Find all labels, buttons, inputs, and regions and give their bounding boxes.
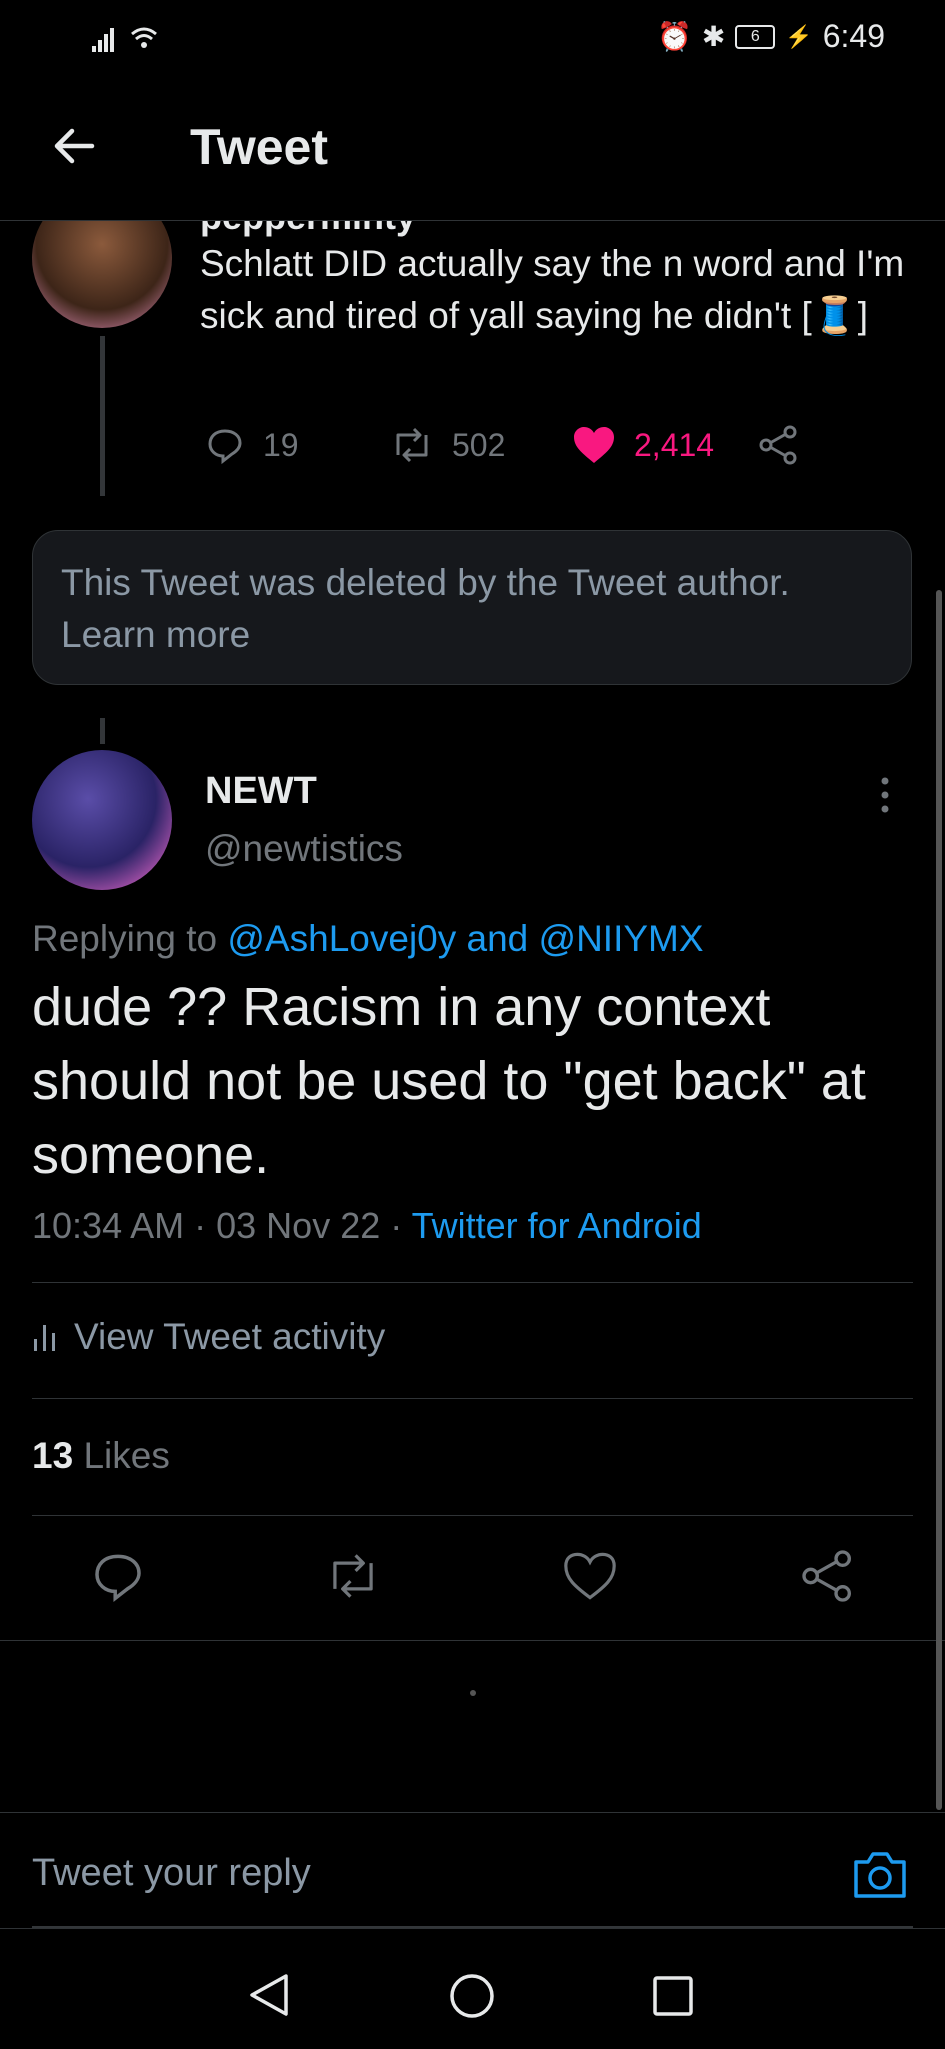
status-bar: ⏰ ✱ 6 ⚡ 6:49 xyxy=(0,0,945,76)
likes-count[interactable]: 13 Likes xyxy=(32,1435,170,1477)
view-tweet-activity[interactable]: View Tweet activity xyxy=(32,1316,385,1358)
likes-number: 13 xyxy=(32,1435,74,1476)
more-options-icon[interactable] xyxy=(878,775,892,815)
status-time: 6:49 xyxy=(822,18,885,54)
parent-tweet-text: Schlatt DID actually say the n word and … xyxy=(200,243,905,336)
thread-line xyxy=(100,718,105,744)
tweet-date: 03 Nov 22 xyxy=(216,1205,381,1246)
divider xyxy=(0,1640,945,1641)
scrollbar[interactable] xyxy=(936,590,942,1810)
author-handle[interactable]: @newtistics xyxy=(205,828,403,870)
parent-author-name[interactable]: pepperminty xyxy=(200,221,416,238)
reply-icon xyxy=(95,1554,141,1602)
avatar[interactable] xyxy=(32,221,172,328)
like-count: 2,414 xyxy=(634,426,715,463)
share-icon xyxy=(802,1550,851,1602)
parent-tweet[interactable]: pepperminty Schlatt DID actually say the… xyxy=(0,221,945,530)
avatar[interactable] xyxy=(32,750,172,890)
tweet-meta: 10:34 AM · 03 Nov 22 · Twitter for Andro… xyxy=(32,1205,702,1246)
page-title: Tweet xyxy=(190,119,328,175)
bluetooth-icon: ✱ xyxy=(701,21,726,52)
camera-icon[interactable] xyxy=(852,1848,908,1900)
retweet-button[interactable] xyxy=(322,1548,384,1612)
divider xyxy=(32,1282,913,1283)
replying-to: Replying to @AshLovej0y and @NIIYMX xyxy=(32,918,704,960)
share-button[interactable] xyxy=(800,1548,856,1612)
divider xyxy=(32,1515,913,1516)
activity-label: View Tweet activity xyxy=(74,1316,386,1357)
deleted-notice-text: This Tweet was deleted by the Tweet auth… xyxy=(61,562,790,603)
retweet-icon xyxy=(333,1554,373,1598)
reply-button[interactable] xyxy=(90,1548,146,1612)
header xyxy=(0,76,945,221)
divider xyxy=(32,1398,913,1399)
heart-icon xyxy=(564,1552,616,1600)
retweet-icon xyxy=(396,427,428,463)
charging-icon: ⚡ xyxy=(785,23,813,49)
nav-home-icon[interactable] xyxy=(449,1973,495,2024)
retweet-count: 502 xyxy=(452,426,506,463)
likes-label: Likes xyxy=(83,1435,170,1476)
replying-to-users[interactable]: @AshLovej0y and @NIIYMX xyxy=(227,918,703,959)
author-name[interactable]: NEWT xyxy=(205,770,317,813)
replying-to-label: Replying to xyxy=(32,918,218,959)
battery-icon: 6 xyxy=(735,24,776,49)
reply-input[interactable]: Tweet your reply xyxy=(32,1852,311,1895)
nav-recents-icon[interactable] xyxy=(652,1975,694,2022)
like-action[interactable]: 2,414 xyxy=(572,420,714,470)
tweet-time: 10:34 AM xyxy=(32,1205,185,1246)
like-button[interactable] xyxy=(562,1548,618,1612)
share-icon[interactable] xyxy=(758,420,800,470)
nav-back-icon[interactable] xyxy=(248,1972,290,2023)
deleted-tweet-notice: This Tweet was deleted by the Tweet auth… xyxy=(32,530,912,685)
signal-wifi-icon xyxy=(92,22,172,60)
reply-action[interactable]: 19 xyxy=(205,420,299,470)
loading-dot xyxy=(470,1690,476,1696)
reply-count: 19 xyxy=(263,426,299,463)
tweet-text: dude ?? Racism in any context should not… xyxy=(32,977,866,1185)
reply-icon xyxy=(208,429,242,465)
retweet-action[interactable]: 502 xyxy=(388,420,505,470)
heart-filled-icon xyxy=(574,427,614,463)
thread-line xyxy=(100,336,105,496)
learn-more-link[interactable]: Learn more xyxy=(61,609,883,661)
alarm-icon: ⏰ xyxy=(656,21,692,52)
back-arrow-icon[interactable] xyxy=(50,122,98,170)
tweet-source[interactable]: Twitter for Android xyxy=(412,1205,702,1246)
analytics-icon xyxy=(34,1325,55,1351)
